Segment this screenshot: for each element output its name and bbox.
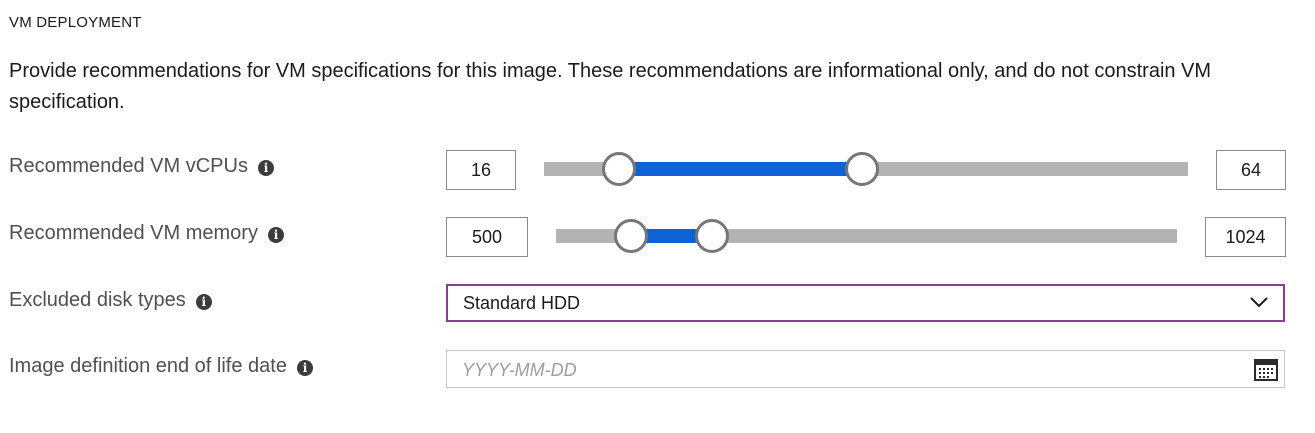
- memory-slider-track[interactable]: [556, 219, 1177, 253]
- vcpus-min-slider-thumb[interactable]: [602, 152, 637, 186]
- memory-max-input[interactable]: 1024: [1205, 217, 1286, 257]
- memory-min-slider-thumb[interactable]: [614, 219, 649, 253]
- vcpus-max-value: 64: [1240, 159, 1262, 180]
- vcpus-slider-track[interactable]: [544, 152, 1188, 186]
- vcpus-min-input[interactable]: 16: [446, 150, 516, 190]
- vcpus-max-input[interactable]: 64: [1216, 150, 1286, 190]
- disk-types-selected-value: Standard HDD: [463, 292, 581, 313]
- vcpus-max-slider-thumb[interactable]: [845, 152, 880, 186]
- end-of-life-row-label: Image definition end of life date i: [9, 351, 313, 381]
- end-of-life-date-input[interactable]: [462, 357, 1222, 383]
- disk-types-dropdown[interactable]: Standard HDD: [446, 284, 1285, 322]
- chevron-down-icon[interactable]: [1249, 295, 1269, 309]
- end-of-life-label: Image definition end of life date: [9, 354, 287, 377]
- memory-label: Recommended VM memory: [9, 221, 258, 244]
- info-icon[interactable]: i: [195, 294, 212, 310]
- memory-row-label: Recommended VM memory i: [9, 218, 284, 248]
- end-of-life-date-field[interactable]: [446, 350, 1285, 388]
- section-description: Provide recommendations for VM specifica…: [9, 60, 1212, 113]
- memory-min-value: 500: [471, 226, 503, 247]
- vcpus-row-label: Recommended VM vCPUs i: [9, 151, 274, 181]
- vcpus-label: Recommended VM vCPUs: [9, 154, 248, 177]
- calendar-icon[interactable]: [1254, 359, 1278, 381]
- disk-types-label: Excluded disk types: [9, 288, 186, 311]
- disk-types-row-label: Excluded disk types i: [9, 285, 212, 315]
- memory-min-input[interactable]: 500: [446, 217, 528, 257]
- vcpus-min-value: 16: [470, 159, 492, 180]
- memory-max-slider-thumb[interactable]: [694, 219, 729, 253]
- section-title: VM DEPLOYMENT: [9, 14, 142, 31]
- info-icon[interactable]: i: [267, 227, 284, 243]
- memory-max-value: 1024: [1225, 226, 1266, 247]
- info-icon[interactable]: i: [296, 360, 313, 376]
- info-icon[interactable]: i: [257, 160, 274, 176]
- vcpus-slider-fill: [619, 162, 863, 176]
